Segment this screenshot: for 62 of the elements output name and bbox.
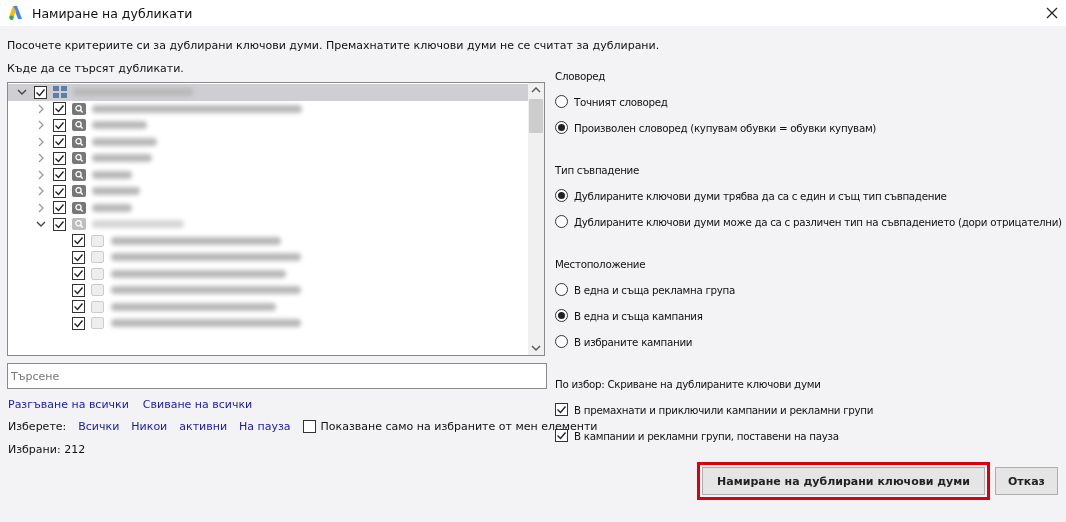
checkbox[interactable] [72,283,85,297]
checkbox[interactable] [53,201,66,215]
checkbox[interactable] [53,135,66,149]
radio-button[interactable] [555,335,568,348]
blurred-label [92,137,157,146]
checkbox[interactable] [53,151,66,165]
radio-button[interactable] [555,95,568,108]
link[interactable]: Всички [78,420,120,433]
checkbox[interactable] [53,168,66,182]
link[interactable]: На пауза [239,420,291,433]
link[interactable]: Никои [131,420,168,433]
radio-button[interactable] [555,121,568,134]
link[interactable]: Разгъване на всички [8,398,129,411]
checkbox[interactable] [72,250,85,264]
instructions-text: Посочете критериите си за дублирани ключови думи. Премахнатите ключови думи не се считат за дублирани. [7,39,661,52]
checkbox[interactable] [72,234,85,248]
option-label: В избраните кампании [574,335,693,348]
radio-button[interactable] [555,189,568,202]
scroll-thumb[interactable] [529,99,543,133]
checkbox[interactable] [53,217,66,231]
checkbox[interactable] [72,316,85,330]
group-title: Местоположение [555,258,647,270]
option-label: Дублираните ключови думи може да са с различен тип на съвпадението (дори отрицателни) [574,215,1062,228]
group-title: По избор: Скриване на дублираните ключови думи [555,378,822,390]
select-label: Изберете: [8,420,67,433]
grid-icon [53,86,67,99]
section-label: Къде да се търсят дубликати. [7,62,185,75]
checkbox[interactable] [53,184,66,198]
option-label: Дублираните ключови думи трябва да са с един и същ тип съвпадение [574,189,947,202]
checkbox[interactable] [34,85,47,99]
blurred-label [92,154,152,163]
window-title: Намиране на дубликати [32,5,194,21]
selected-count: Избрани: 212 [7,443,87,456]
checkbox-label: В премахнати и приключили кампании и рекламни групи [574,403,874,416]
app-logo [8,5,24,21]
checkbox[interactable] [72,300,85,314]
option-label: Точният словоред [574,95,668,108]
group-title: Словоред [555,70,607,82]
checkbox[interactable] [53,118,66,132]
blurred-label [92,170,132,179]
option-label: В една и съща рекламна група [574,283,736,296]
link[interactable]: Свиване на всички [142,398,253,411]
blurred-label [92,121,147,130]
scrollbar[interactable] [528,83,544,355]
radio-button[interactable] [555,309,568,322]
radio-button[interactable] [555,283,568,296]
checkbox[interactable] [302,420,316,433]
option-label: В една и съща кампания [574,309,703,322]
checkbox[interactable] [555,403,568,416]
option-label: Произволен словоред (купувам обувки = обувки купувам) [574,121,877,134]
checkbox[interactable] [555,429,568,442]
checkbox[interactable] [53,102,66,116]
blurred-label [92,187,140,196]
group-title: Тип съвпадение [555,164,641,176]
blurred-label [92,203,132,212]
link[interactable]: активни [179,420,228,433]
search-field[interactable]: Търсене [7,363,547,389]
checkbox[interactable] [72,267,85,281]
close-icon[interactable] [1046,7,1058,19]
find-button[interactable]: Намиране на дублирани ключови думи [702,467,985,495]
cancel-button[interactable]: Отказ [995,467,1058,495]
radio-button[interactable] [555,215,568,228]
